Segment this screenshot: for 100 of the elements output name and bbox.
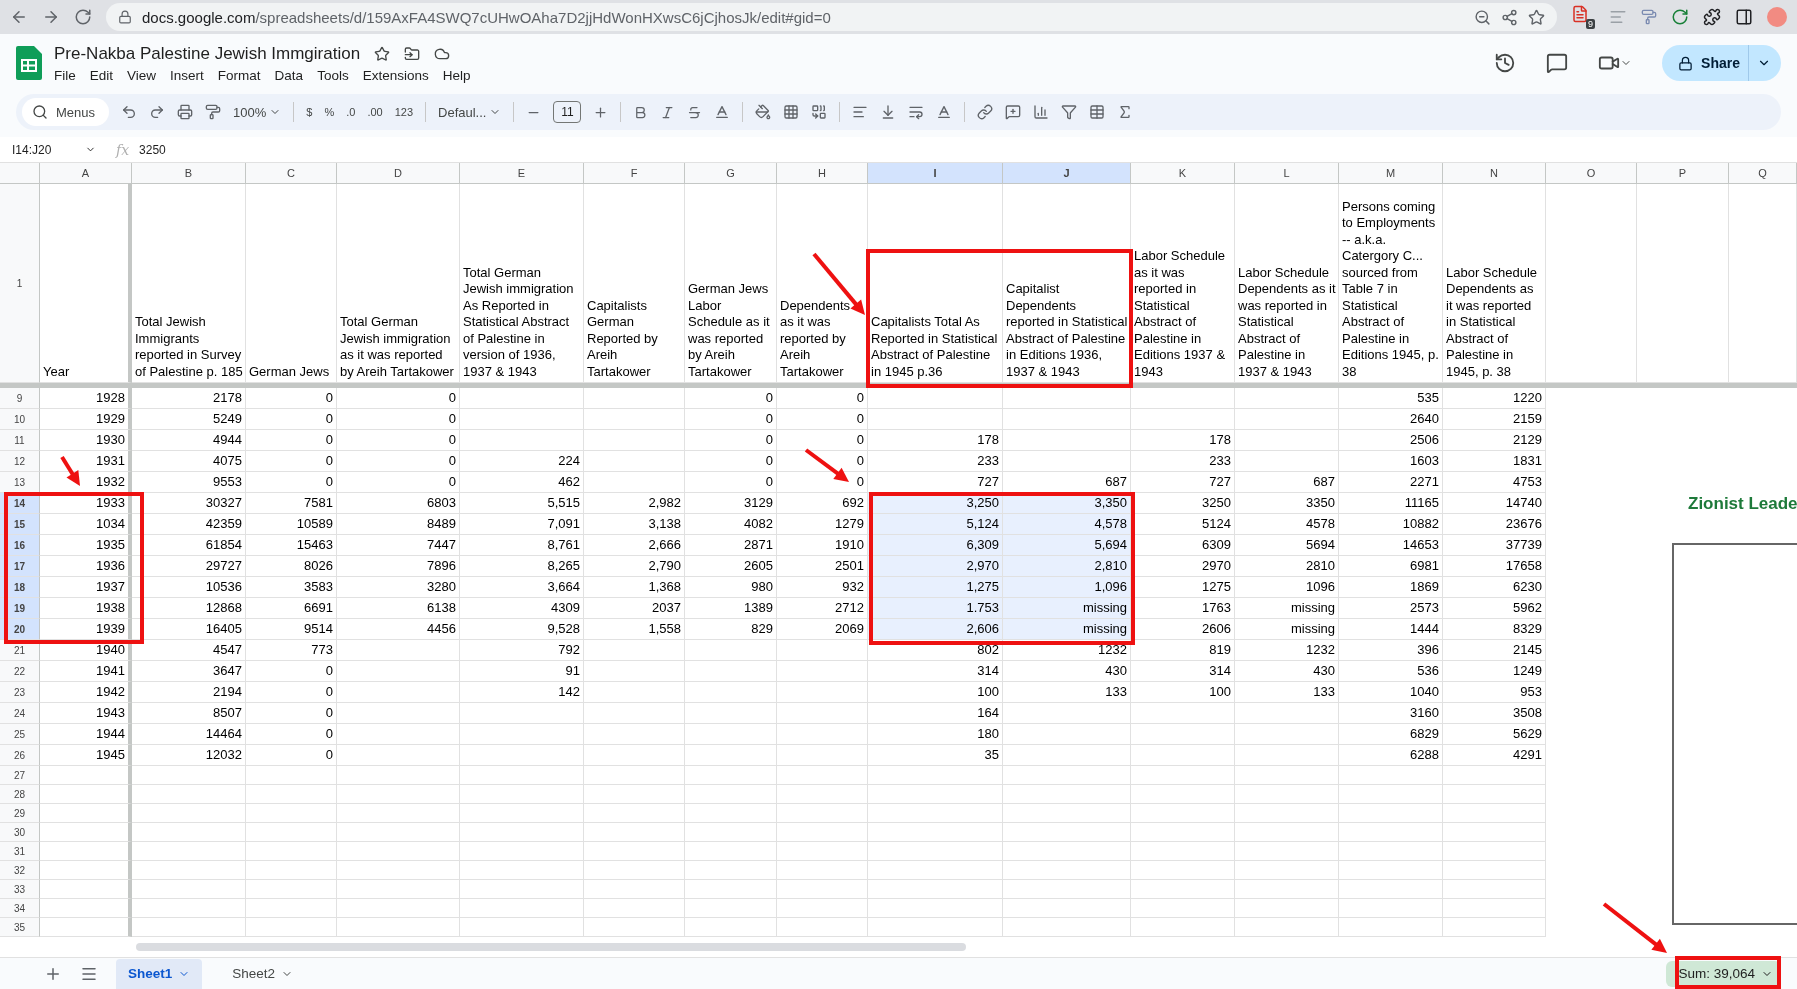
table-cell[interactable]: 1,275 [868, 577, 1003, 598]
menu-item[interactable]: Extensions [356, 67, 435, 83]
table-cell[interactable]: 1,558 [584, 619, 685, 640]
table-cell[interactable]: 1943 [40, 703, 132, 724]
row-header[interactable]: 28 [0, 785, 40, 804]
table-cell[interactable]: 0 [246, 703, 337, 724]
table-cell[interactable]: 1928 [40, 388, 132, 409]
column-header[interactable]: O [1546, 163, 1637, 184]
table-cell[interactable]: 2640 [1339, 409, 1443, 430]
borders-icon[interactable] [783, 104, 800, 120]
reload-icon[interactable] [74, 8, 92, 26]
table-cell[interactable]: 535 [1339, 388, 1443, 409]
table-cell[interactable]: 1930 [40, 430, 132, 451]
table-cell[interactable]: 3129 [685, 493, 777, 514]
table-cell[interactable]: 7,091 [460, 514, 584, 535]
table-cell[interactable]: 2159 [1443, 409, 1546, 430]
align-icon[interactable] [852, 104, 869, 120]
table-cell[interactable]: 2712 [777, 598, 868, 619]
table-cell[interactable]: 2573 [1339, 598, 1443, 619]
table-cell[interactable]: 314 [1131, 661, 1235, 682]
text-color-icon[interactable] [714, 104, 731, 120]
table-cell[interactable]: 1939 [40, 619, 132, 640]
table-cell[interactable]: 35 [868, 745, 1003, 766]
menu-item[interactable]: Data [268, 67, 310, 83]
table-cell[interactable]: 727 [868, 472, 1003, 493]
table-cell[interactable]: 11165 [1339, 493, 1443, 514]
table-cell[interactable]: 2,970 [868, 556, 1003, 577]
table-cell[interactable]: 0 [246, 682, 337, 703]
table-cell[interactable]: 0 [246, 724, 337, 745]
menu-item[interactable]: Insert [164, 67, 210, 83]
table-cell[interactable]: 1935 [40, 535, 132, 556]
table-cell[interactable]: 8507 [132, 703, 246, 724]
table-cell[interactable]: missing [1003, 598, 1131, 619]
address-bar[interactable]: docs.google.com/spreadsheets/d/159AxFA4SWQ7cUHwOAha7D2jjHdWonHXwsC6jCjhosJk/edit#gid=0 [106, 3, 1557, 31]
table-cell[interactable]: 2037 [584, 598, 685, 619]
table-cell[interactable]: 6138 [337, 598, 460, 619]
table-cell[interactable]: 29727 [132, 556, 246, 577]
sheets-logo[interactable] [16, 46, 42, 80]
table-cell[interactable]: 4456 [337, 619, 460, 640]
menu-item[interactable]: Tools [311, 67, 355, 83]
row-header[interactable]: 17 [0, 556, 40, 577]
table-cell[interactable]: 14464 [132, 724, 246, 745]
table-cell[interactable]: 0 [777, 472, 868, 493]
table-cell[interactable]: 0 [246, 745, 337, 766]
increase-decimals-button[interactable]: .00 [367, 106, 383, 118]
extensions-icon[interactable] [1703, 8, 1721, 26]
row-header[interactable]: 13 [0, 472, 40, 493]
table-cell[interactable]: 0 [337, 451, 460, 472]
star-icon[interactable] [374, 45, 391, 62]
column-title[interactable]: Dependents as it was reported by Areih Tartakower [777, 184, 868, 383]
table-cell[interactable]: 0 [777, 409, 868, 430]
table-cell[interactable]: 3280 [337, 577, 460, 598]
table-cell[interactable]: 6,309 [868, 535, 1003, 556]
table-cell[interactable]: 396 [1339, 640, 1443, 661]
font-size-field[interactable]: 11 [553, 101, 582, 123]
table-cell[interactable]: 180 [868, 724, 1003, 745]
table-cell[interactable]: 1945 [40, 745, 132, 766]
row-header[interactable]: 33 [0, 880, 40, 899]
table-cell[interactable]: 2145 [1443, 640, 1546, 661]
redo-icon[interactable] [149, 104, 166, 120]
table-cell[interactable]: 6230 [1443, 577, 1546, 598]
table-cell[interactable]: 3,138 [584, 514, 685, 535]
table-cell[interactable]: 42359 [132, 514, 246, 535]
menu-item[interactable]: Format [211, 67, 267, 83]
column-header[interactable]: Q [1729, 163, 1797, 184]
table-cell[interactable]: 1444 [1339, 619, 1443, 640]
table-cell[interactable]: 1869 [1339, 577, 1443, 598]
table-cell[interactable]: 0 [246, 409, 337, 430]
table-cell[interactable]: 2271 [1339, 472, 1443, 493]
table-cell[interactable]: 0 [337, 430, 460, 451]
table-cell[interactable]: 17658 [1443, 556, 1546, 577]
table-cell[interactable]: 536 [1339, 661, 1443, 682]
table-cell[interactable]: 8,761 [460, 535, 584, 556]
column-title[interactable]: Capitalist Dependents reported in Statistical Abstract of Palestine in Editions 1936, 1937 & 1943 [1003, 184, 1131, 383]
column-header[interactable]: B [132, 163, 246, 184]
column-header[interactable]: A [40, 163, 132, 184]
table-cell[interactable]: 0 [685, 430, 777, 451]
font-dropdown[interactable]: Defaul... [438, 104, 502, 120]
row-header[interactable]: 34 [0, 899, 40, 918]
table-cell[interactable]: 792 [460, 640, 584, 661]
table-cell[interactable]: 1220 [1443, 388, 1546, 409]
row-header[interactable]: 27 [0, 766, 40, 785]
undo-icon[interactable] [121, 104, 138, 120]
table-cell[interactable]: 0 [685, 388, 777, 409]
table-cell[interactable]: 61854 [132, 535, 246, 556]
row-header[interactable]: 24 [0, 703, 40, 724]
table-cell[interactable]: 462 [460, 472, 584, 493]
table-cell[interactable]: 133 [1003, 682, 1131, 703]
table-cell[interactable]: 4,578 [1003, 514, 1131, 535]
table-cell[interactable]: 4309 [460, 598, 584, 619]
history-icon[interactable] [1494, 52, 1517, 74]
table-cell[interactable]: 2,606 [868, 619, 1003, 640]
column-header[interactable]: H [777, 163, 868, 184]
zoom-dropdown[interactable]: 100% [233, 104, 282, 120]
column-header[interactable]: L [1235, 163, 1339, 184]
table-cell[interactable]: 932 [777, 577, 868, 598]
sheet-tab[interactable]: Sheet1 [116, 958, 203, 989]
column-header[interactable]: E [460, 163, 584, 184]
menu-item[interactable]: Edit [83, 67, 120, 83]
sheet-tab[interactable]: Sheet2 [220, 958, 306, 989]
